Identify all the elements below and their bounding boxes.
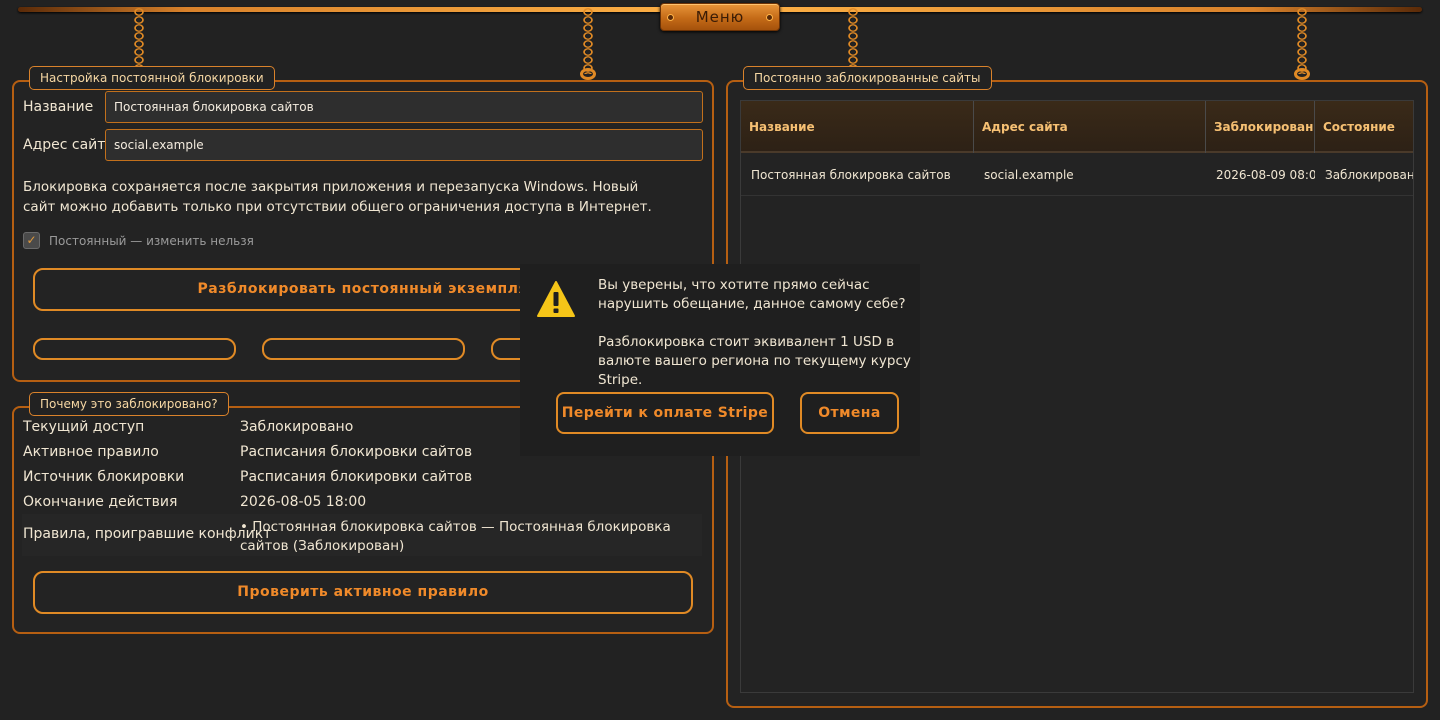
cancel-button[interactable]: Отмена: [800, 392, 899, 434]
permanent-checkbox: ✓: [23, 232, 40, 249]
column-header-blocked-since[interactable]: Заблокирован с: [1206, 101, 1315, 153]
block-source-value: Расписания блокировки сайтов: [240, 469, 473, 485]
rivet-icon: [766, 14, 773, 21]
table-cell-address[interactable]: social.example: [974, 155, 1206, 195]
why-panel-legend: Почему это заблокировано?: [29, 392, 229, 416]
name-label: Название: [23, 99, 94, 115]
active-rule-label: Активное правило: [23, 444, 159, 460]
column-header-address[interactable]: Адрес сайта: [974, 101, 1206, 153]
expiry-label: Окончание действия: [23, 494, 178, 510]
table-header: Название Адрес сайта Заблокирован с Сост…: [741, 101, 1413, 153]
action-button-1[interactable]: [33, 338, 236, 360]
expiry-value: 2026-08-05 18:00: [240, 494, 367, 510]
column-header-state[interactable]: Состояние: [1315, 101, 1413, 153]
dialog-question: Вы уверены, что хотите прямо сейчас нару…: [598, 277, 906, 312]
chain-decoration: [845, 8, 861, 78]
chain-decoration: [131, 8, 147, 78]
chain-decoration: [580, 8, 596, 80]
rivet-icon: [667, 14, 674, 21]
check-active-rule-button[interactable]: Проверить активное правило: [33, 571, 693, 614]
confirm-unblock-dialog: Вы уверены, что хотите прямо сейчас нару…: [520, 264, 920, 456]
address-input[interactable]: social.example: [105, 129, 703, 161]
name-input[interactable]: Постоянная блокировка сайтов: [105, 91, 703, 123]
address-label: Адрес сайта: [23, 137, 115, 153]
conflict-rules-value: • Постоянная блокировка сайтов — Постоян…: [240, 519, 671, 554]
table-cell-blocked-since[interactable]: 2026-08-09 08:00: [1206, 155, 1315, 195]
chain-decoration: [1294, 8, 1310, 80]
menu-button[interactable]: Меню: [660, 3, 780, 31]
stripe-pay-button[interactable]: Перейти к оплате Stripe: [556, 392, 774, 434]
warning-icon: [537, 281, 575, 317]
table-row-divider: [741, 195, 1413, 196]
current-access-value: Заблокировано: [240, 419, 354, 435]
permanent-description: Блокировка сохраняется после закрытия пр…: [23, 179, 652, 215]
table-cell-name[interactable]: Постоянная блокировка сайтов: [741, 155, 974, 195]
current-access-label: Текущий доступ: [23, 419, 145, 435]
table-cell-state[interactable]: Заблокирован: [1315, 155, 1413, 195]
active-rule-value: Расписания блокировки сайтов: [240, 444, 473, 460]
action-button-2[interactable]: [262, 338, 465, 360]
config-panel-legend: Настройка постоянной блокировки: [29, 66, 275, 90]
sites-panel-legend: Постоянно заблокированные сайты: [743, 66, 992, 90]
permanent-checkbox-label: Постоянный — изменить нельзя: [49, 234, 254, 248]
conflict-rules-label: Правила, проигравшие конфликт: [23, 526, 272, 542]
dialog-price-note: Разблокировка стоит эквивалент 1 USD в в…: [598, 334, 911, 388]
column-header-name[interactable]: Название: [741, 101, 974, 153]
menu-label: Меню: [695, 8, 745, 26]
block-source-label: Источник блокировки: [23, 469, 185, 485]
